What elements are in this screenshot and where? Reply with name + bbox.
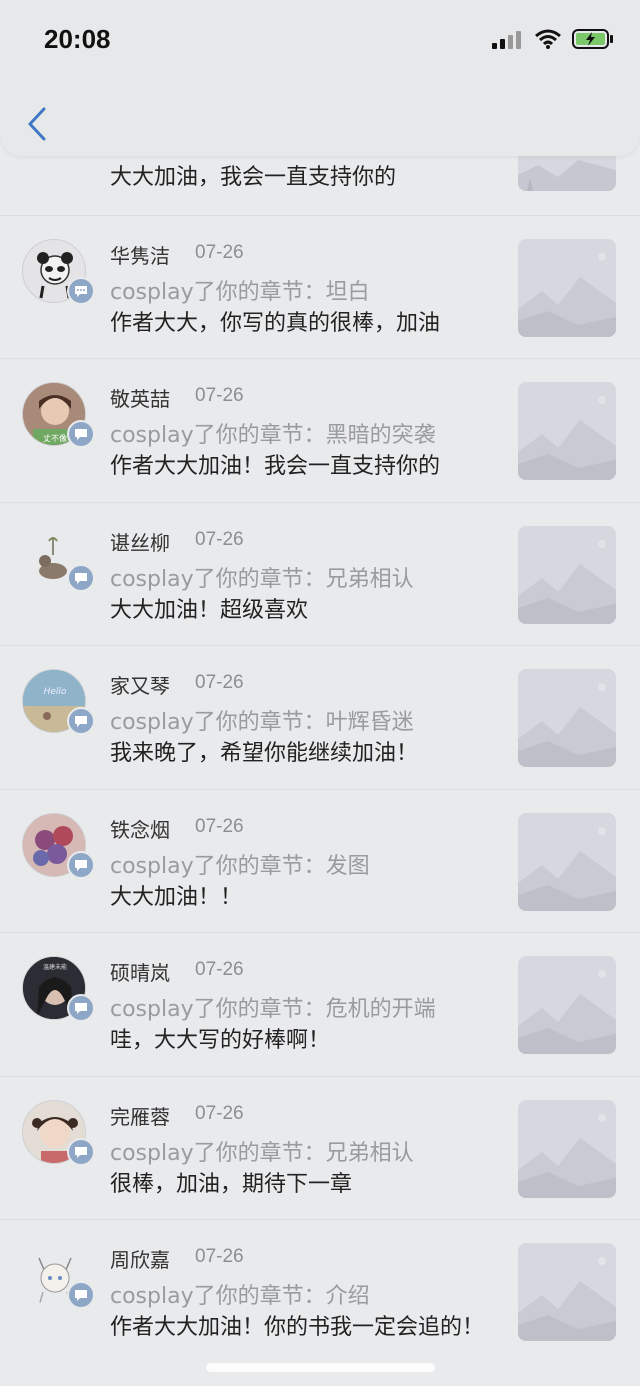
comment-text: 作者大大加油！我会一直支持你的	[110, 454, 441, 479]
comment-badge-icon	[67, 276, 95, 305]
list-item[interactable]: 华隽洁 07-26 cosplay了你的章节：坦白 作者大大，你写的真的很棒，加…	[0, 216, 640, 359]
comment-date: 07-26	[195, 528, 244, 550]
comment-text: 大大加油！超级喜欢	[110, 597, 309, 623]
user-name[interactable]: 铁念烟	[110, 814, 170, 843]
comment-badge-icon	[67, 563, 95, 592]
avatar[interactable]	[22, 1243, 95, 1309]
comment-text: 作者大大加油！你的书我一定会追的！	[110, 1315, 485, 1340]
chapter-thumbnail[interactable]	[518, 956, 616, 1054]
user-name[interactable]: 敬英喆	[110, 383, 170, 412]
comment-badge-icon	[67, 1137, 95, 1166]
comment-date: 07-26	[195, 959, 244, 980]
user-name[interactable]: 完雁蓉	[110, 1101, 170, 1130]
avatar[interactable]: 丈不像	[22, 382, 95, 448]
comment-date: 07-26	[195, 1102, 244, 1124]
status-bar: 20:08	[0, 0, 640, 80]
comment-date: 07-26	[195, 672, 244, 693]
chapter-thumbnail[interactable]	[518, 1243, 616, 1341]
chapter-line[interactable]: cosplay了你的章节：兄弟相认	[110, 561, 414, 593]
comment-badge-icon	[67, 850, 95, 879]
comment-text: 很棒，加油，期待下一章	[110, 1171, 353, 1197]
list-item[interactable]: 谌丝柳 07-26 cosplay了你的章节：兄弟相认 大大加油！超级喜欢	[0, 503, 640, 646]
avatar[interactable]: 温建未能	[22, 956, 95, 1022]
svg-text:丈不像: 丈不像	[43, 433, 67, 443]
comment-badge-icon	[67, 994, 95, 1022]
chapter-line[interactable]: cosplay了你的章节：发图	[110, 848, 370, 880]
chapter-thumbnail[interactable]	[518, 669, 616, 767]
nav-bar	[0, 80, 640, 156]
user-name[interactable]: 周欣嘉	[110, 1244, 170, 1273]
user-name[interactable]: 谌丝柳	[110, 527, 170, 556]
comment-date: 07-26	[195, 1246, 244, 1267]
avatar[interactable]	[22, 525, 95, 592]
list-item[interactable]: 完雁蓉 07-26 cosplay了你的章节：兄弟相认 很棒，加油，期待下一章	[0, 1077, 640, 1220]
user-name[interactable]: 华隽洁	[110, 240, 170, 269]
list-item[interactable]: 周欣嘉 07-26 cosplay了你的章节：介绍 作者大大加油！你的书我一定会…	[0, 1220, 640, 1364]
signal-icon	[492, 31, 521, 49]
comment-list: 大大加油，我会一直支持你的 华隽洁 07-26 cosplay了你的章节：坦白 …	[0, 12, 640, 1364]
avatar[interactable]	[22, 1099, 95, 1166]
comment-text: 大大加油！！	[110, 884, 243, 910]
list-item[interactable]: 丈不像 敬英喆 07-26 cosplay了你的章节：黑暗的突袭 作者大大加油！…	[0, 359, 640, 503]
list-item[interactable]: 铁念烟 07-26 cosplay了你的章节：发图 大大加油！！	[0, 790, 640, 933]
back-button[interactable]	[22, 104, 52, 144]
chapter-line[interactable]: cosplay了你的章节：黑暗的突袭	[110, 417, 436, 449]
avatar[interactable]	[22, 812, 95, 879]
chapter-line[interactable]: cosplay了你的章节：危机的开端	[110, 991, 436, 1023]
comment-badge-icon	[67, 420, 95, 448]
chapter-thumbnail[interactable]	[518, 525, 616, 624]
chapter-thumbnail[interactable]	[518, 812, 616, 911]
user-name[interactable]: 家又琴	[110, 670, 170, 699]
chapter-line[interactable]: cosplay了你的章节：介绍	[110, 1278, 370, 1310]
svg-text:Hello: Hello	[44, 687, 67, 697]
chevron-left-icon	[28, 107, 46, 141]
chapter-line[interactable]: cosplay了你的章节：叶辉昏迷	[110, 704, 414, 736]
chapter-thumbnail[interactable]	[518, 1099, 616, 1198]
chapter-line[interactable]: cosplay了你的章节：兄弟相认	[110, 1135, 414, 1167]
list-item[interactable]: Hello 家又琴 07-26 cosplay了你的章节：叶辉昏迷 我来晚了，希…	[0, 646, 640, 790]
chapter-thumbnail[interactable]	[518, 238, 616, 337]
chapter-line[interactable]: cosplay了你的章节：坦白	[110, 274, 370, 306]
avatar[interactable]	[22, 238, 95, 305]
comment-badge-icon	[67, 707, 95, 735]
comment-text: 我来晚了，希望你能继续加油！	[110, 741, 419, 766]
svg-text:温建未能: 温建未能	[43, 963, 67, 971]
comment-date: 07-26	[195, 815, 244, 837]
comment-date: 07-26	[195, 241, 244, 263]
wifi-icon	[535, 29, 561, 49]
list-item[interactable]: 温建未能 硕晴岚 07-26 cosplay了你的章节：危机的开端 哇，大大写的…	[0, 933, 640, 1077]
battery-charging-icon	[572, 29, 613, 49]
chapter-thumbnail[interactable]	[518, 382, 616, 480]
user-name[interactable]: 硕晴岚	[110, 957, 170, 986]
home-indicator[interactable]	[206, 1363, 435, 1372]
avatar[interactable]: Hello	[22, 669, 95, 735]
comment-text: 大大加油，我会一直支持你的	[110, 165, 397, 190]
comment-date: 07-26	[195, 385, 244, 406]
comment-badge-icon	[67, 1281, 95, 1309]
status-time: 20:08	[44, 24, 111, 54]
status-icons	[492, 28, 614, 50]
comment-text: 作者大大，你写的真的很棒，加油	[110, 310, 441, 336]
comment-text: 哇，大大写的好棒啊！	[110, 1028, 331, 1053]
